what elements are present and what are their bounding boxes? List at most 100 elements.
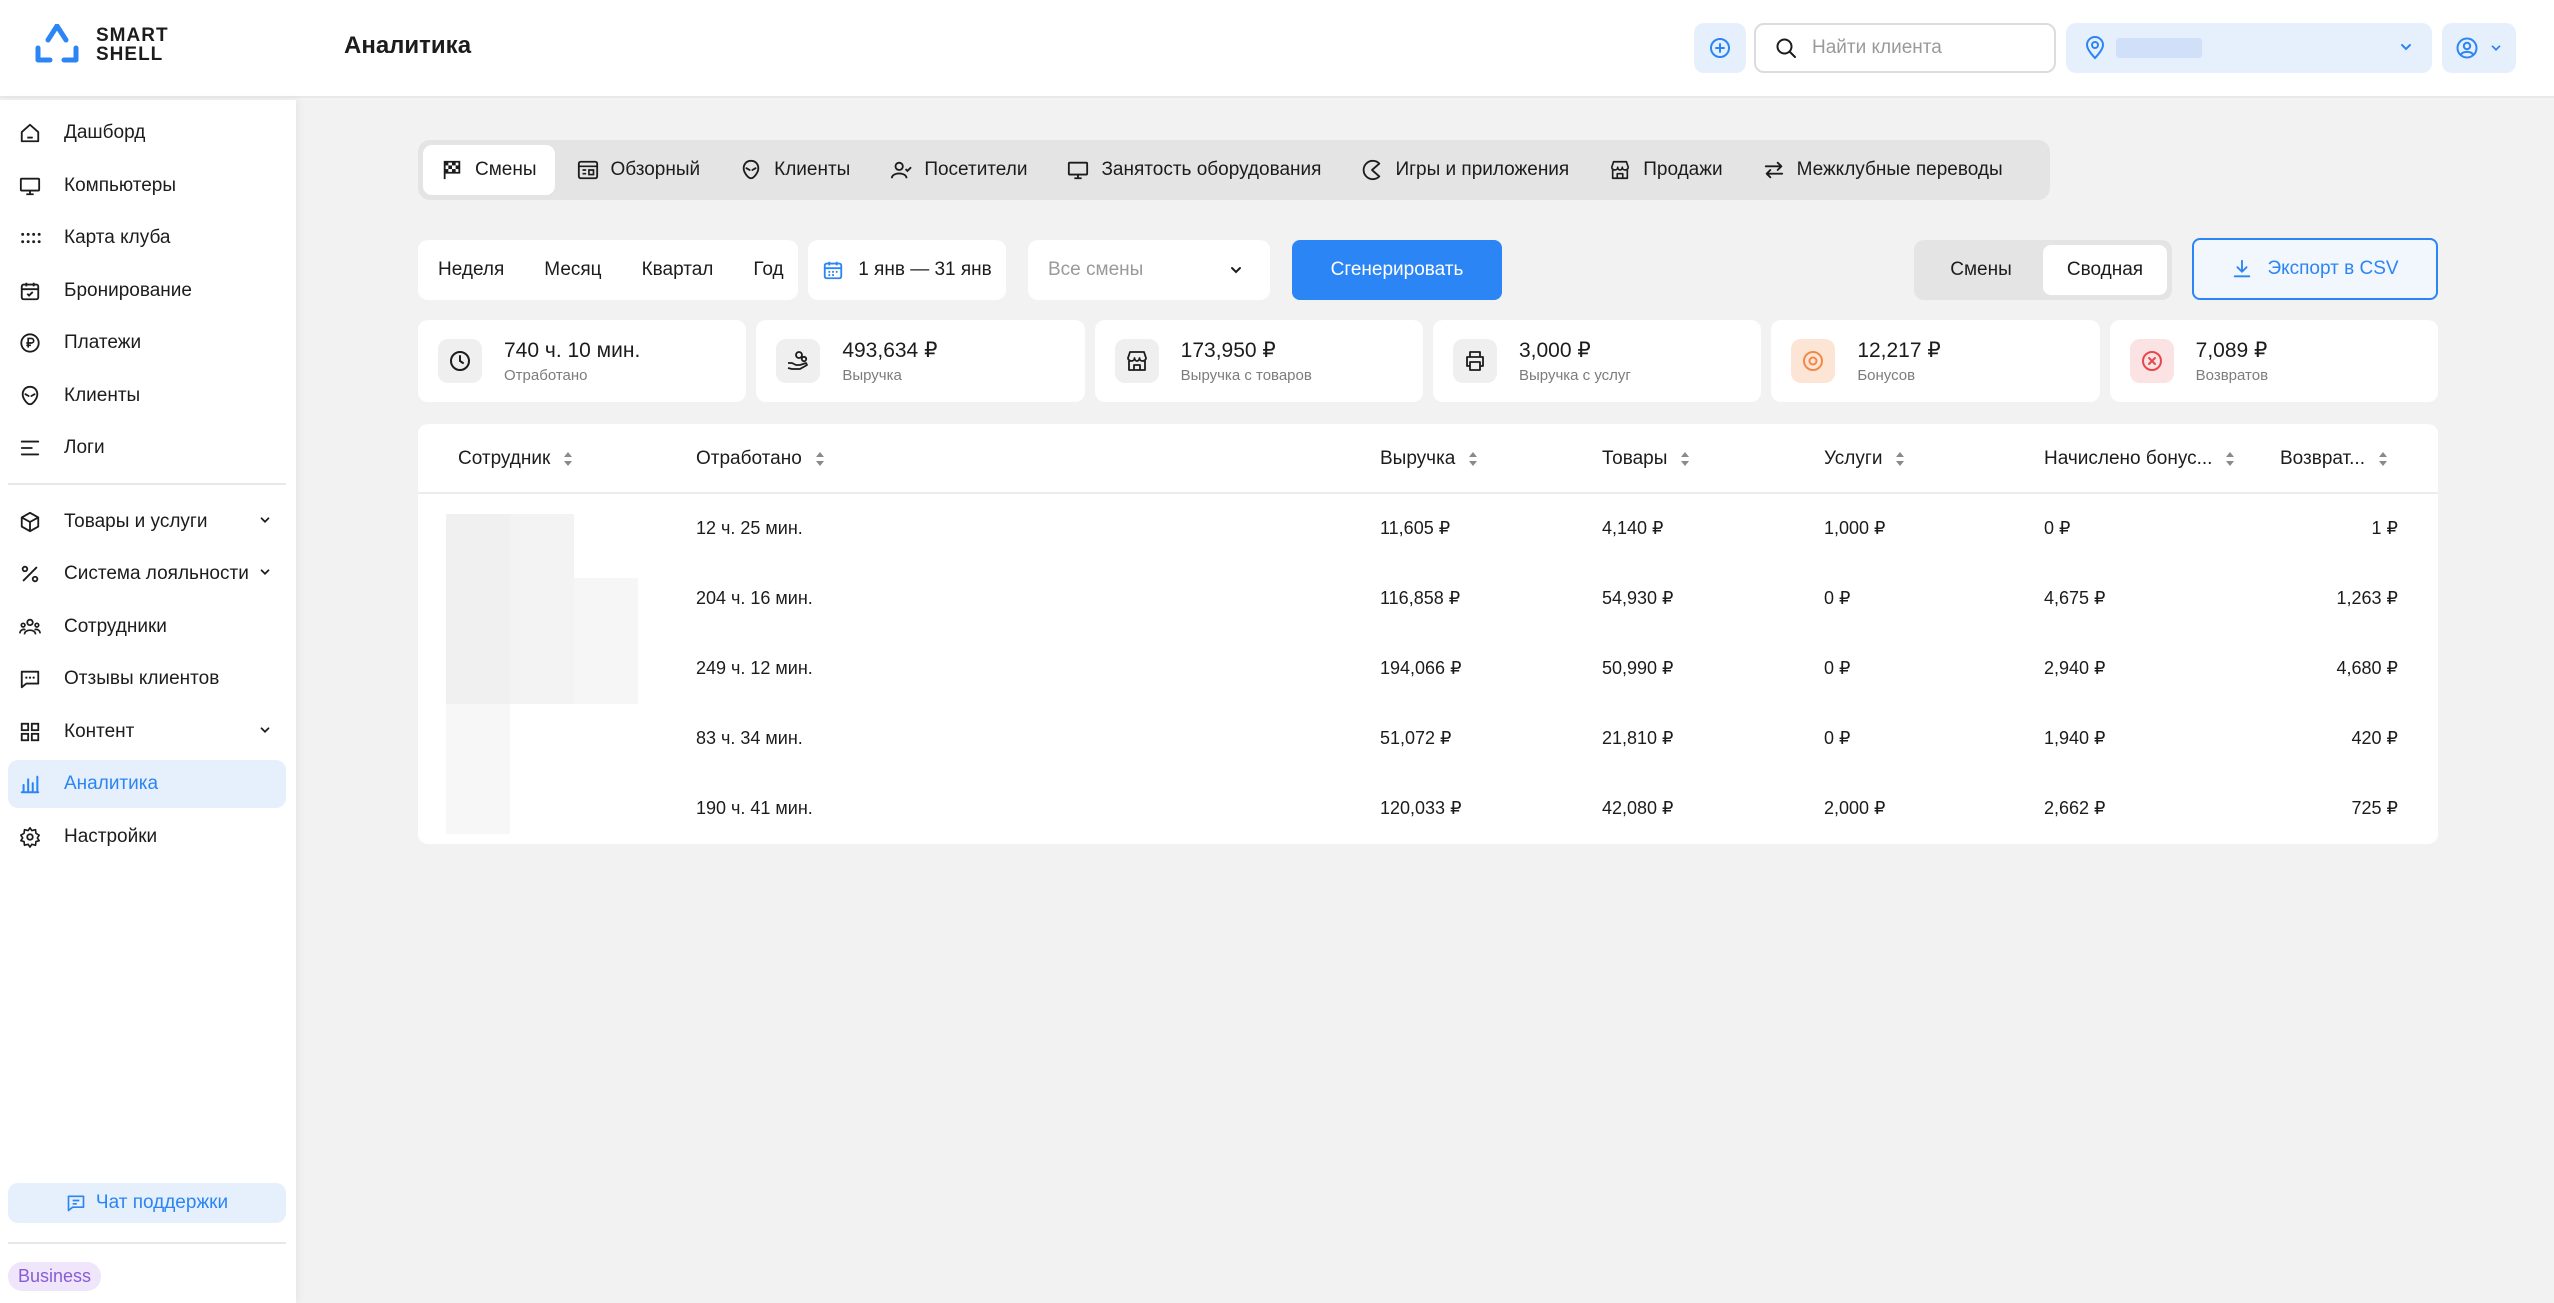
stat-value: 493,634 ₽ [842, 339, 938, 362]
sidebar-item-content[interactable]: Контент [8, 708, 286, 756]
hand-coins-icon [776, 339, 821, 383]
percent-icon [18, 562, 42, 586]
view-shifts-option[interactable]: Смены [1919, 245, 2043, 295]
tab-shifts[interactable]: Смены [423, 145, 555, 195]
tab-overview[interactable]: Обзорный [559, 145, 719, 195]
chat-icon [67, 1195, 85, 1212]
stat-label: Бонусов [1857, 367, 1916, 384]
sidebar-item-goods-services[interactable]: Товары и услуги [8, 498, 286, 546]
stat-card-goods-revenue: 173,950 ₽ Выручка с товаров [1094, 320, 1423, 402]
generate-button[interactable]: Сгенерировать [1292, 240, 1502, 300]
column-header-services[interactable]: Услуги [1824, 448, 1906, 470]
sort-icon [1896, 452, 1905, 466]
period-quarter[interactable]: Квартал [642, 259, 714, 281]
brand-line2: SHELL [96, 44, 164, 65]
column-header-refunds[interactable]: Возврат... [2280, 448, 2389, 470]
club-location-value [2116, 38, 2202, 58]
chat-icon [18, 667, 42, 691]
search-icon [1776, 38, 1796, 58]
stat-card-bonuses: 12,217 ₽ Бонусов [1771, 320, 2100, 402]
dashboard-icon [577, 160, 598, 180]
printer-icon [1452, 339, 1497, 383]
sort-icon [2226, 452, 2235, 466]
sidebar-item-payments[interactable]: Платежи [8, 319, 286, 367]
tab-interclub-transfers[interactable]: Межклубные переводы [1745, 145, 2021, 195]
stat-value: 173,950 ₽ [1180, 339, 1276, 362]
column-header-worked[interactable]: Отработано [696, 448, 826, 470]
column-header-bonuses[interactable]: Начислено бонус... [2044, 448, 2236, 470]
table-row[interactable]: 12 ч. 25 мин. 11,605 ₽ 4,140 ₽ 1,000 ₽ 0… [418, 494, 2438, 564]
stat-label: Возвратов [2195, 367, 2269, 384]
view-summary-option[interactable]: Сводная [2043, 245, 2167, 295]
sidebar-item-club-map[interactable]: Карта клуба [8, 214, 286, 262]
stat-card-services-revenue: 3,000 ₽ Выручка с услуг [1432, 320, 1762, 402]
view-mode-toggle: Смены Сводная [1914, 240, 2172, 300]
tab-sales[interactable]: Продажи [1591, 145, 1740, 195]
chevron-down-icon [260, 517, 270, 523]
home-icon [18, 121, 42, 145]
bonus-icon [1791, 339, 1836, 383]
sidebar-item-loyalty[interactable]: Система лояльности [8, 550, 286, 598]
gear-icon [18, 825, 42, 849]
monitor-icon [18, 174, 42, 198]
export-csv-button[interactable]: Экспорт в CSV [2192, 238, 2438, 300]
period-week[interactable]: Неделя [438, 259, 504, 281]
table-row[interactable]: 190 ч. 41 мин. 120,033 ₽ 42,080 ₽ 2,000 … [418, 774, 2438, 844]
client-search-input[interactable] [1812, 37, 2032, 59]
flag-icon [443, 160, 461, 180]
calendar-icon [824, 261, 843, 280]
sidebar-item-staff[interactable]: Сотрудники [8, 603, 286, 651]
period-selector: Неделя Месяц Квартал Год [418, 240, 798, 300]
sidebar-item-clients[interactable]: Клиенты [8, 372, 286, 420]
support-chat-button[interactable]: Чат поддержки [8, 1183, 286, 1223]
column-header-revenue[interactable]: Выручка [1380, 448, 1479, 470]
sort-icon [815, 452, 824, 466]
tab-equipment-usage[interactable]: Занятость оборудования [1049, 145, 1339, 195]
sidebar-item-computers[interactable]: Компьютеры [8, 162, 286, 210]
sidebar-divider [8, 1242, 286, 1244]
user-circle-icon [2456, 37, 2478, 59]
top-header: SMART SHELL Аналитика [0, 0, 2554, 98]
club-location-select[interactable] [2066, 23, 2432, 73]
sort-icon [1681, 452, 1690, 466]
stat-label: Выручка с услуг [1518, 367, 1631, 384]
sort-icon [1469, 452, 1478, 466]
monitor-icon [1068, 161, 1089, 180]
bar-chart-icon [18, 772, 42, 796]
stat-label: Отработано [504, 366, 588, 384]
sidebar-item-dashboard[interactable]: Дашборд [8, 109, 286, 157]
add-button[interactable] [1694, 23, 1746, 73]
stat-card-worked: 740 ч. 10 мин. Отработано [418, 320, 747, 402]
table-row[interactable]: 83 ч. 34 мин. 51,072 ₽ 21,810 ₽ 0 ₽ 1,94… [418, 704, 2438, 774]
brand-logo[interactable]: SMART SHELL [34, 24, 169, 66]
stat-label: Выручка с товаров [1180, 367, 1312, 384]
column-header-goods[interactable]: Товары [1602, 448, 1691, 470]
period-year[interactable]: Год [753, 259, 783, 281]
tab-clients[interactable]: Клиенты [722, 145, 868, 195]
alien-icon [18, 384, 42, 408]
tab-games-apps[interactable]: Игры и приложения [1343, 145, 1587, 195]
user-menu-button[interactable] [2442, 23, 2516, 73]
date-range-value: 1 янв — 31 янв [858, 259, 992, 280]
chevron-down-icon [2401, 44, 2411, 51]
sidebar-item-analytics[interactable]: Аналитика [8, 760, 286, 808]
shift-select[interactable]: Все смены [1028, 240, 1270, 300]
staff-summary-table: Сотрудник Отработано Выручка Товары Услу… [418, 424, 2438, 844]
smart-shell-logo-icon [35, 24, 79, 63]
alien-icon [742, 159, 760, 180]
table-row[interactable]: 249 ч. 12 мин. 194,066 ₽ 50,990 ₽ 0 ₽ 2,… [418, 634, 2438, 704]
plus-circle-icon [1710, 38, 1730, 58]
client-search[interactable] [1754, 23, 2056, 73]
table-row[interactable]: 204 ч. 16 мин. 116,858 ₽ 54,930 ₽ 0 ₽ 4,… [418, 564, 2438, 634]
page-title: Аналитика [344, 32, 472, 59]
period-month[interactable]: Месяц [544, 259, 601, 281]
sidebar-item-settings[interactable]: Настройки [8, 813, 286, 861]
sidebar-item-booking[interactable]: Бронирование [8, 267, 286, 315]
column-header-employee[interactable]: Сотрудник [458, 448, 574, 470]
date-range-picker[interactable]: 1 янв — 31 янв [808, 240, 1006, 300]
tab-visitors[interactable]: Посетители [872, 145, 1045, 195]
sidebar-item-logs[interactable]: Логи [8, 424, 286, 472]
sidebar-item-reviews[interactable]: Отзывы клиентов [8, 655, 286, 703]
cancel-icon [2129, 339, 2174, 383]
sidebar-divider [8, 483, 286, 485]
